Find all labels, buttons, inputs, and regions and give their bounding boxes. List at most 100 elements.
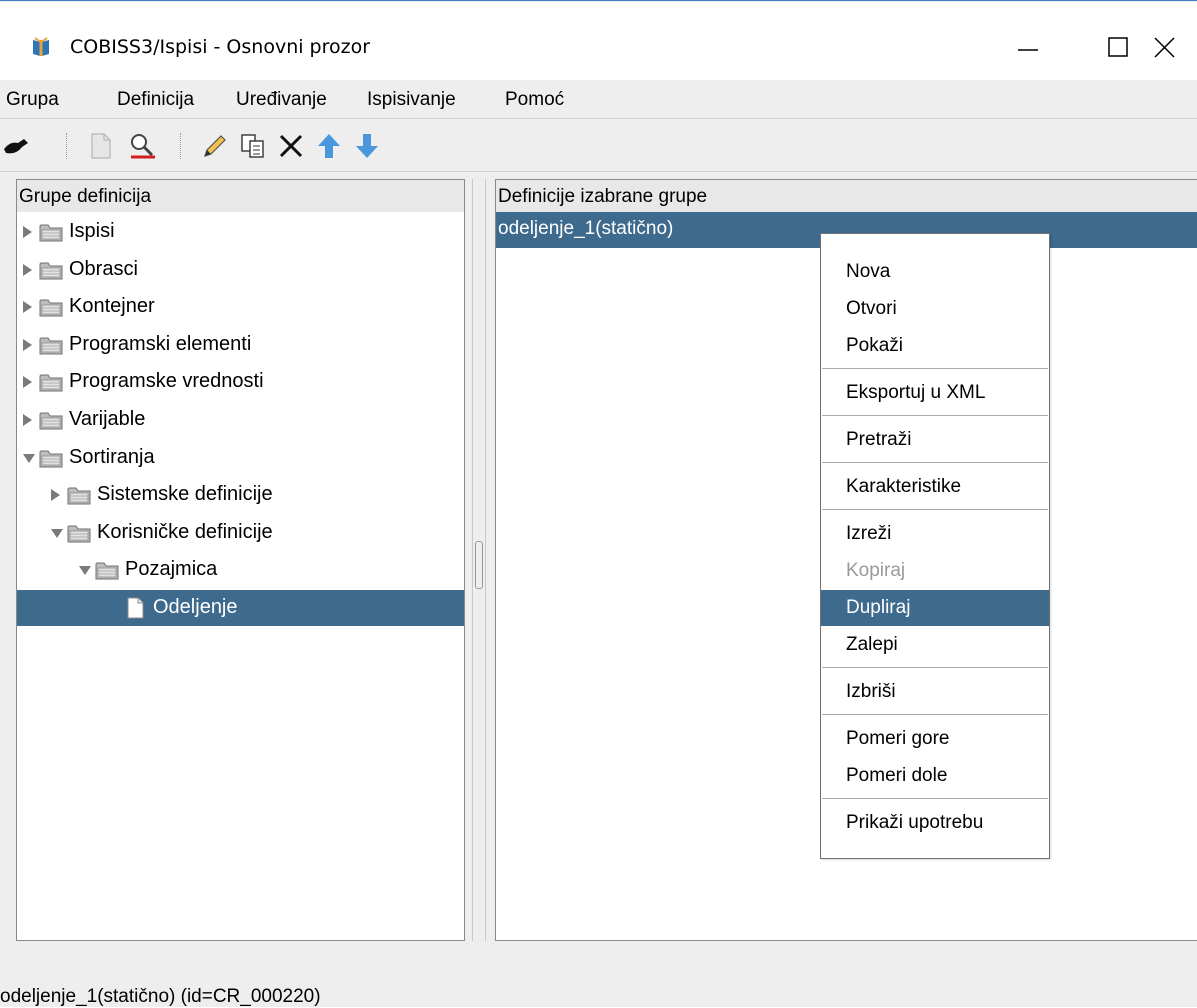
expand-arrow-icon[interactable]: [23, 301, 32, 314]
tree-node-label: Obrasci: [69, 257, 138, 280]
delete-icon: [279, 134, 303, 158]
maximize-icon: [1108, 37, 1128, 57]
folder-icon: [39, 296, 63, 318]
expand-arrow-icon[interactable]: [23, 263, 32, 276]
context-menu-item-nova[interactable]: Nova: [821, 254, 1049, 290]
document-icon: [123, 597, 147, 619]
move-up-button[interactable]: [314, 131, 344, 161]
context-menu-item-label: Pomeri gore: [846, 728, 950, 749]
tree-node[interactable]: Programski elementi: [17, 327, 464, 363]
context-menu-item-dupliraj[interactable]: Dupliraj: [821, 590, 1049, 626]
context-menu-item-label: Kopiraj: [846, 560, 906, 581]
search-button[interactable]: [128, 131, 158, 161]
groups-tree-panel[interactable]: Grupe definicija Ispisi Obrasci Kontejner P…: [16, 179, 465, 941]
tree-node[interactable]: Korisničke definicije: [17, 515, 464, 551]
edit-icon: [204, 135, 226, 157]
expand-arrow-icon[interactable]: [23, 226, 32, 238]
minimize-button[interactable]: [984, 16, 1074, 76]
context-menu-item-label: Izreži: [846, 523, 892, 544]
tree-node-label: Programske vrednosti: [69, 370, 264, 393]
tree-node-label: Programski elementi: [69, 332, 252, 355]
menu-uredjivanje[interactable]: Uređivanje: [236, 89, 327, 111]
folder-icon: [39, 371, 63, 393]
expand-arrow-icon[interactable]: [23, 376, 32, 389]
tree-node[interactable]: Sistemske definicije: [17, 477, 464, 513]
tree-node[interactable]: Ispisi: [17, 214, 464, 250]
definitions-panel-header: Definicije izabrane grupe: [496, 180, 1197, 212]
collapse-arrow-icon[interactable]: [51, 528, 63, 538]
edit-button[interactable]: [200, 131, 230, 161]
menu-definicija[interactable]: Definicija: [117, 89, 194, 111]
toolbar: [0, 119, 1197, 172]
context-menu-separator: [822, 798, 1048, 799]
new-button[interactable]: [86, 131, 116, 161]
folder-icon: [39, 409, 63, 431]
menu-bar: Grupa Definicija Uređivanje Ispisivanje …: [0, 80, 1197, 119]
tree-node[interactable]: Pozajmica: [17, 552, 464, 588]
splitter-line: [472, 179, 473, 941]
tree-node[interactable]: Varijable: [17, 402, 464, 438]
move-up-icon: [318, 134, 340, 158]
tree-node-label: Sistemske definicije: [97, 483, 273, 506]
toolbar-separator: [66, 133, 69, 159]
tree-node[interactable]: Sortiranja: [17, 440, 464, 476]
move-down-button[interactable]: [352, 131, 382, 161]
context-menu-separator: [822, 714, 1048, 715]
folder-icon: [39, 334, 63, 356]
context-menu-item-label: Zalepi: [846, 634, 898, 655]
menu-pomoc[interactable]: Pomoć: [505, 89, 564, 111]
expand-arrow-icon[interactable]: [23, 338, 32, 351]
context-menu-item-izre-i[interactable]: Izreži: [821, 516, 1049, 552]
context-menu-item-izbri-i[interactable]: Izbriši: [821, 674, 1049, 710]
tree-node[interactable]: Kontejner: [17, 289, 464, 325]
context-menu-item-zalepi[interactable]: Zalepi: [821, 627, 1049, 663]
folder-icon: [67, 522, 91, 544]
tree-node[interactable]: Obrasci: [17, 252, 464, 288]
context-menu-item-label: Izbriši: [846, 681, 896, 702]
delete-button[interactable]: [276, 131, 306, 161]
context-menu-item-label: Dupliraj: [846, 597, 911, 618]
context-menu-item-prika-i-upotrebu[interactable]: Prikaži upotrebu: [821, 805, 1049, 841]
context-menu-separator: [822, 667, 1048, 668]
context-menu-item-label: Nova: [846, 261, 891, 282]
tree-node[interactable]: Odeljenje: [17, 590, 464, 626]
context-menu-item-poka-i[interactable]: Pokaži: [821, 328, 1049, 364]
folder-icon: [95, 559, 119, 581]
context-menu-item-pretra-i[interactable]: Pretraži: [821, 422, 1049, 458]
expand-arrow-icon[interactable]: [23, 414, 32, 426]
context-menu-item-kopiraj: Kopiraj: [821, 553, 1049, 589]
context-menu-item-eksportuj-u-xml[interactable]: Eksportuj u XML: [821, 375, 1049, 411]
folder-icon: [39, 221, 63, 243]
close-button[interactable]: [1134, 16, 1197, 76]
context-menu-item-pomeri-dole[interactable]: Pomeri dole: [821, 758, 1049, 794]
context-menu-separator: [822, 462, 1048, 463]
tree-node-label: Varijable: [69, 408, 146, 430]
exit-icon: [4, 139, 28, 154]
context-menu-separator: [822, 415, 1048, 416]
context-menu-separator: [822, 509, 1048, 510]
menu-ispisivanje[interactable]: Ispisivanje: [367, 89, 456, 111]
toolbar-separator: [180, 133, 183, 159]
context-menu-item-karakteristike[interactable]: Karakteristike: [821, 469, 1049, 505]
splitter-grip[interactable]: [475, 541, 483, 589]
tree-node-label: Ispisi: [69, 220, 115, 242]
status-bar-text: odeljenje_1(statično) (id=CR_000220): [0, 986, 321, 1007]
copy-icon: [241, 134, 264, 158]
context-menu-item-label: Eksportuj u XML: [846, 382, 986, 403]
context-menu-item-otvori[interactable]: Otvori: [821, 291, 1049, 327]
tree-node[interactable]: Programske vrednosti: [17, 364, 464, 400]
tree-node-label: Sortiranja: [69, 445, 155, 468]
expand-arrow-icon[interactable]: [51, 489, 60, 502]
exit-button[interactable]: [2, 131, 32, 161]
collapse-arrow-icon[interactable]: [79, 566, 91, 576]
context-menu-item-pomeri-gore[interactable]: Pomeri gore: [821, 721, 1049, 757]
move-down-icon: [356, 134, 378, 158]
tree-node-label: Pozajmica: [125, 558, 218, 581]
minimize-icon: [1018, 49, 1038, 51]
tree-node-label: Korisničke definicije: [97, 520, 273, 543]
copy-button[interactable]: [238, 131, 268, 161]
title-bar[interactable]: COBISS3/Ispisi - Osnovni prozor: [0, 2, 1197, 80]
menu-grupa[interactable]: Grupa: [6, 89, 59, 111]
collapse-arrow-icon[interactable]: [23, 453, 35, 463]
groups-panel-header: Grupe definicija: [17, 180, 464, 212]
